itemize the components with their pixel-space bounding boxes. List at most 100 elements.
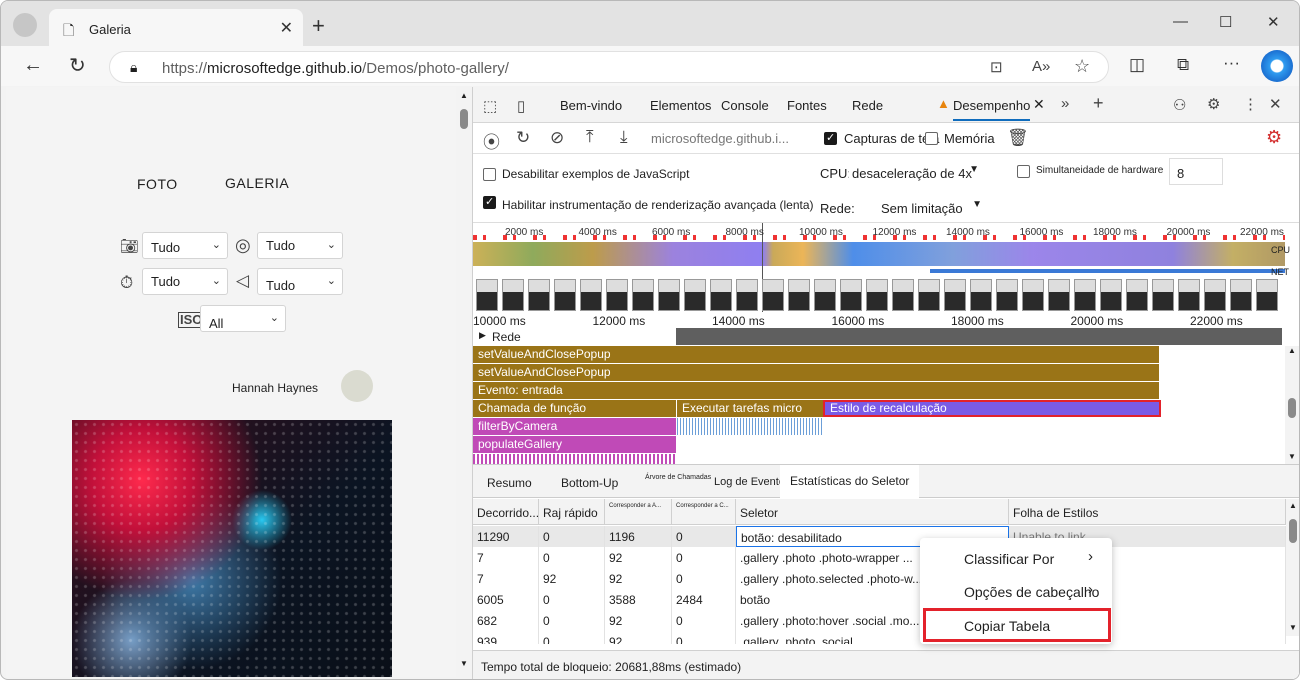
timeline-overview[interactable]: CPU NET 2000 ms 4000 ms 6000 ms 8000 ms 1000…: [473, 222, 1299, 313]
flame-bar[interactable]: setValueAndClosePopup: [473, 364, 1159, 381]
table-cell[interactable]: 1196: [605, 526, 672, 547]
capture-settings-icon[interactable]: ⚙: [1266, 127, 1282, 148]
recording-select[interactable]: microsoftedge.github.i...: [651, 131, 789, 146]
table-cell[interactable]: 92: [605, 631, 672, 644]
download-icon[interactable]: ⤓: [620, 127, 628, 147]
flame-bar[interactable]: populateGallery: [473, 436, 676, 453]
hw-concurrency-checkbox[interactable]: [1017, 165, 1030, 178]
network-track[interactable]: ▶ Rede: [473, 327, 1285, 345]
table-cell[interactable]: 92: [605, 547, 672, 568]
flame-bar[interactable]: filterByCamera: [473, 418, 676, 435]
page-scrollbar[interactable]: ▲ ▼: [457, 87, 471, 679]
flame-bar[interactable]: setValueAndClosePopup: [473, 346, 1159, 363]
iso-filter-select[interactable]: All ⌄: [200, 305, 286, 332]
flame-scrollbar[interactable]: ▲ ▼: [1285, 346, 1299, 464]
scroll-up-icon[interactable]: ▲: [460, 91, 468, 100]
trash-icon[interactable]: 🗑︎: [1007, 128, 1029, 148]
settings-gear-icon[interactable]: ⚙: [1207, 95, 1220, 113]
lock-icon[interactable]: 🔒︎: [130, 59, 137, 76]
flame-chart[interactable]: ▶ Rede setValueAndClosePopup setValueAnd…: [473, 312, 1299, 464]
network-throttling-select[interactable]: Sem limitação ▼: [874, 195, 984, 219]
tab-selector-stats[interactable]: Estatísticas do Seletor: [780, 465, 920, 498]
scroll-thumb[interactable]: [1288, 398, 1296, 418]
scroll-down-icon[interactable]: ▼: [460, 659, 468, 668]
col-header-selector[interactable]: Seletor: [736, 499, 1009, 525]
hw-concurrency-input[interactable]: 8: [1169, 158, 1223, 185]
gallery-photo[interactable]: [72, 420, 392, 677]
table-cell[interactable]: 0: [539, 610, 605, 631]
tab-sources[interactable]: Fontes: [787, 98, 827, 113]
expand-arrow-icon[interactable]: ▶: [479, 330, 486, 341]
cpu-throttling-select[interactable]: desaceleração de 4x ▼: [849, 161, 981, 185]
collections-icon[interactable]: ⧉: [1177, 55, 1189, 75]
render-instrumentation-checkbox[interactable]: [483, 195, 496, 209]
more-options-icon[interactable]: ⋮: [1243, 95, 1258, 113]
flame-bar-selected[interactable]: Estilo de recalculação: [823, 400, 1161, 417]
col-header-fast-reject[interactable]: Raj rápido: [539, 499, 605, 525]
disable-js-samples-checkbox[interactable]: [483, 168, 496, 181]
table-cell[interactable]: 92: [539, 568, 605, 589]
col-header-stylesheet[interactable]: Folha de Estilos: [1009, 499, 1286, 525]
scroll-up-icon[interactable]: ▲: [1288, 346, 1296, 355]
tab-close-icon[interactable]: ✕: [280, 18, 293, 38]
table-cell[interactable]: 7: [473, 568, 539, 589]
maximize-icon[interactable]: ☐: [1219, 13, 1232, 31]
inspect-icon[interactable]: ⬚: [483, 97, 497, 115]
read-aloud-icon[interactable]: A»: [1032, 58, 1050, 75]
table-cell[interactable]: 0: [539, 589, 605, 610]
flame-bar[interactable]: Chamada de função: [473, 400, 676, 417]
connect-icon[interactable]: ⚇: [1173, 96, 1186, 114]
table-cell[interactable]: 939: [473, 631, 539, 644]
tab-console[interactable]: Console: [721, 98, 769, 113]
table-cell[interactable]: 0: [539, 526, 605, 547]
tab-bottom-up[interactable]: Bottom-Up: [561, 476, 618, 490]
table-cell[interactable]: 92: [605, 610, 672, 631]
memory-checkbox[interactable]: [925, 132, 938, 145]
split-screen-icon[interactable]: ◫: [1129, 55, 1145, 75]
tab-elements[interactable]: Elementos: [650, 98, 711, 113]
minimize-icon[interactable]: —: [1173, 13, 1188, 30]
close-window-icon[interactable]: ✕: [1267, 13, 1280, 31]
sound-filter-select[interactable]: Tudo ⌄: [257, 268, 343, 295]
nav-gallery[interactable]: GALERIA: [225, 175, 289, 191]
tab-performance[interactable]: Desempenho: [953, 98, 1031, 121]
table-cell[interactable]: 682: [473, 610, 539, 631]
table-cell[interactable]: 6005: [473, 589, 539, 610]
scroll-down-icon[interactable]: ▼: [1289, 623, 1297, 632]
table-cell[interactable]: 7: [473, 547, 539, 568]
menu-item-sort-by[interactable]: Classificar Por: [964, 551, 1054, 567]
record-icon[interactable]: ⦿: [483, 128, 500, 153]
menu-item-header-options[interactable]: Opções de cabeçalho: [964, 584, 1099, 600]
col-header-match-count[interactable]: Corresponder a C...: [672, 499, 736, 525]
table-cell[interactable]: 0: [672, 568, 736, 589]
table-cell[interactable]: 0: [539, 631, 605, 644]
nav-photo[interactable]: FOTO: [137, 176, 178, 192]
table-cell[interactable]: 0: [672, 631, 736, 644]
scroll-thumb[interactable]: [1289, 519, 1297, 543]
flame-bar[interactable]: Executar tarefas micro: [677, 400, 823, 417]
profile-icon[interactable]: [13, 13, 37, 37]
tab-event-log[interactable]: Log de Eventos: [714, 476, 790, 488]
tab-welcome[interactable]: Bem-vindo: [560, 98, 622, 113]
tab-network[interactable]: Rede: [852, 98, 883, 113]
aperture-filter-select[interactable]: Tudo ⌄: [257, 232, 343, 259]
clear-icon[interactable]: ⊘: [550, 128, 564, 148]
device-emulation-icon[interactable]: ▯: [517, 97, 525, 115]
table-cell[interactable]: 92: [605, 568, 672, 589]
table-cell[interactable]: 3588: [605, 589, 672, 610]
address-bar[interactable]: 🔒︎ https://microsoftedge.github.io/Demos…: [109, 51, 1109, 83]
upload-icon[interactable]: ⤒: [586, 127, 594, 147]
scroll-thumb[interactable]: [460, 109, 468, 129]
table-cell[interactable]: 2484: [672, 589, 736, 610]
table-cell[interactable]: 0: [672, 547, 736, 568]
scroll-up-icon[interactable]: ▲: [1289, 501, 1297, 510]
more-icon[interactable]: ···: [1223, 53, 1240, 73]
table-cell[interactable]: 11290: [473, 526, 539, 547]
browser-tab[interactable]: 🗋 Galeria ✕: [49, 9, 303, 47]
close-devtools-icon[interactable]: ✕: [1269, 95, 1282, 113]
screenshots-checkbox[interactable]: [824, 131, 837, 145]
flame-bar[interactable]: Evento: entrada: [473, 382, 1159, 399]
shutter-filter-select[interactable]: Tudo ⌄: [142, 268, 228, 295]
tab-close-icon[interactable]: ✕: [1033, 96, 1045, 113]
back-icon[interactable]: ←: [23, 54, 43, 77]
